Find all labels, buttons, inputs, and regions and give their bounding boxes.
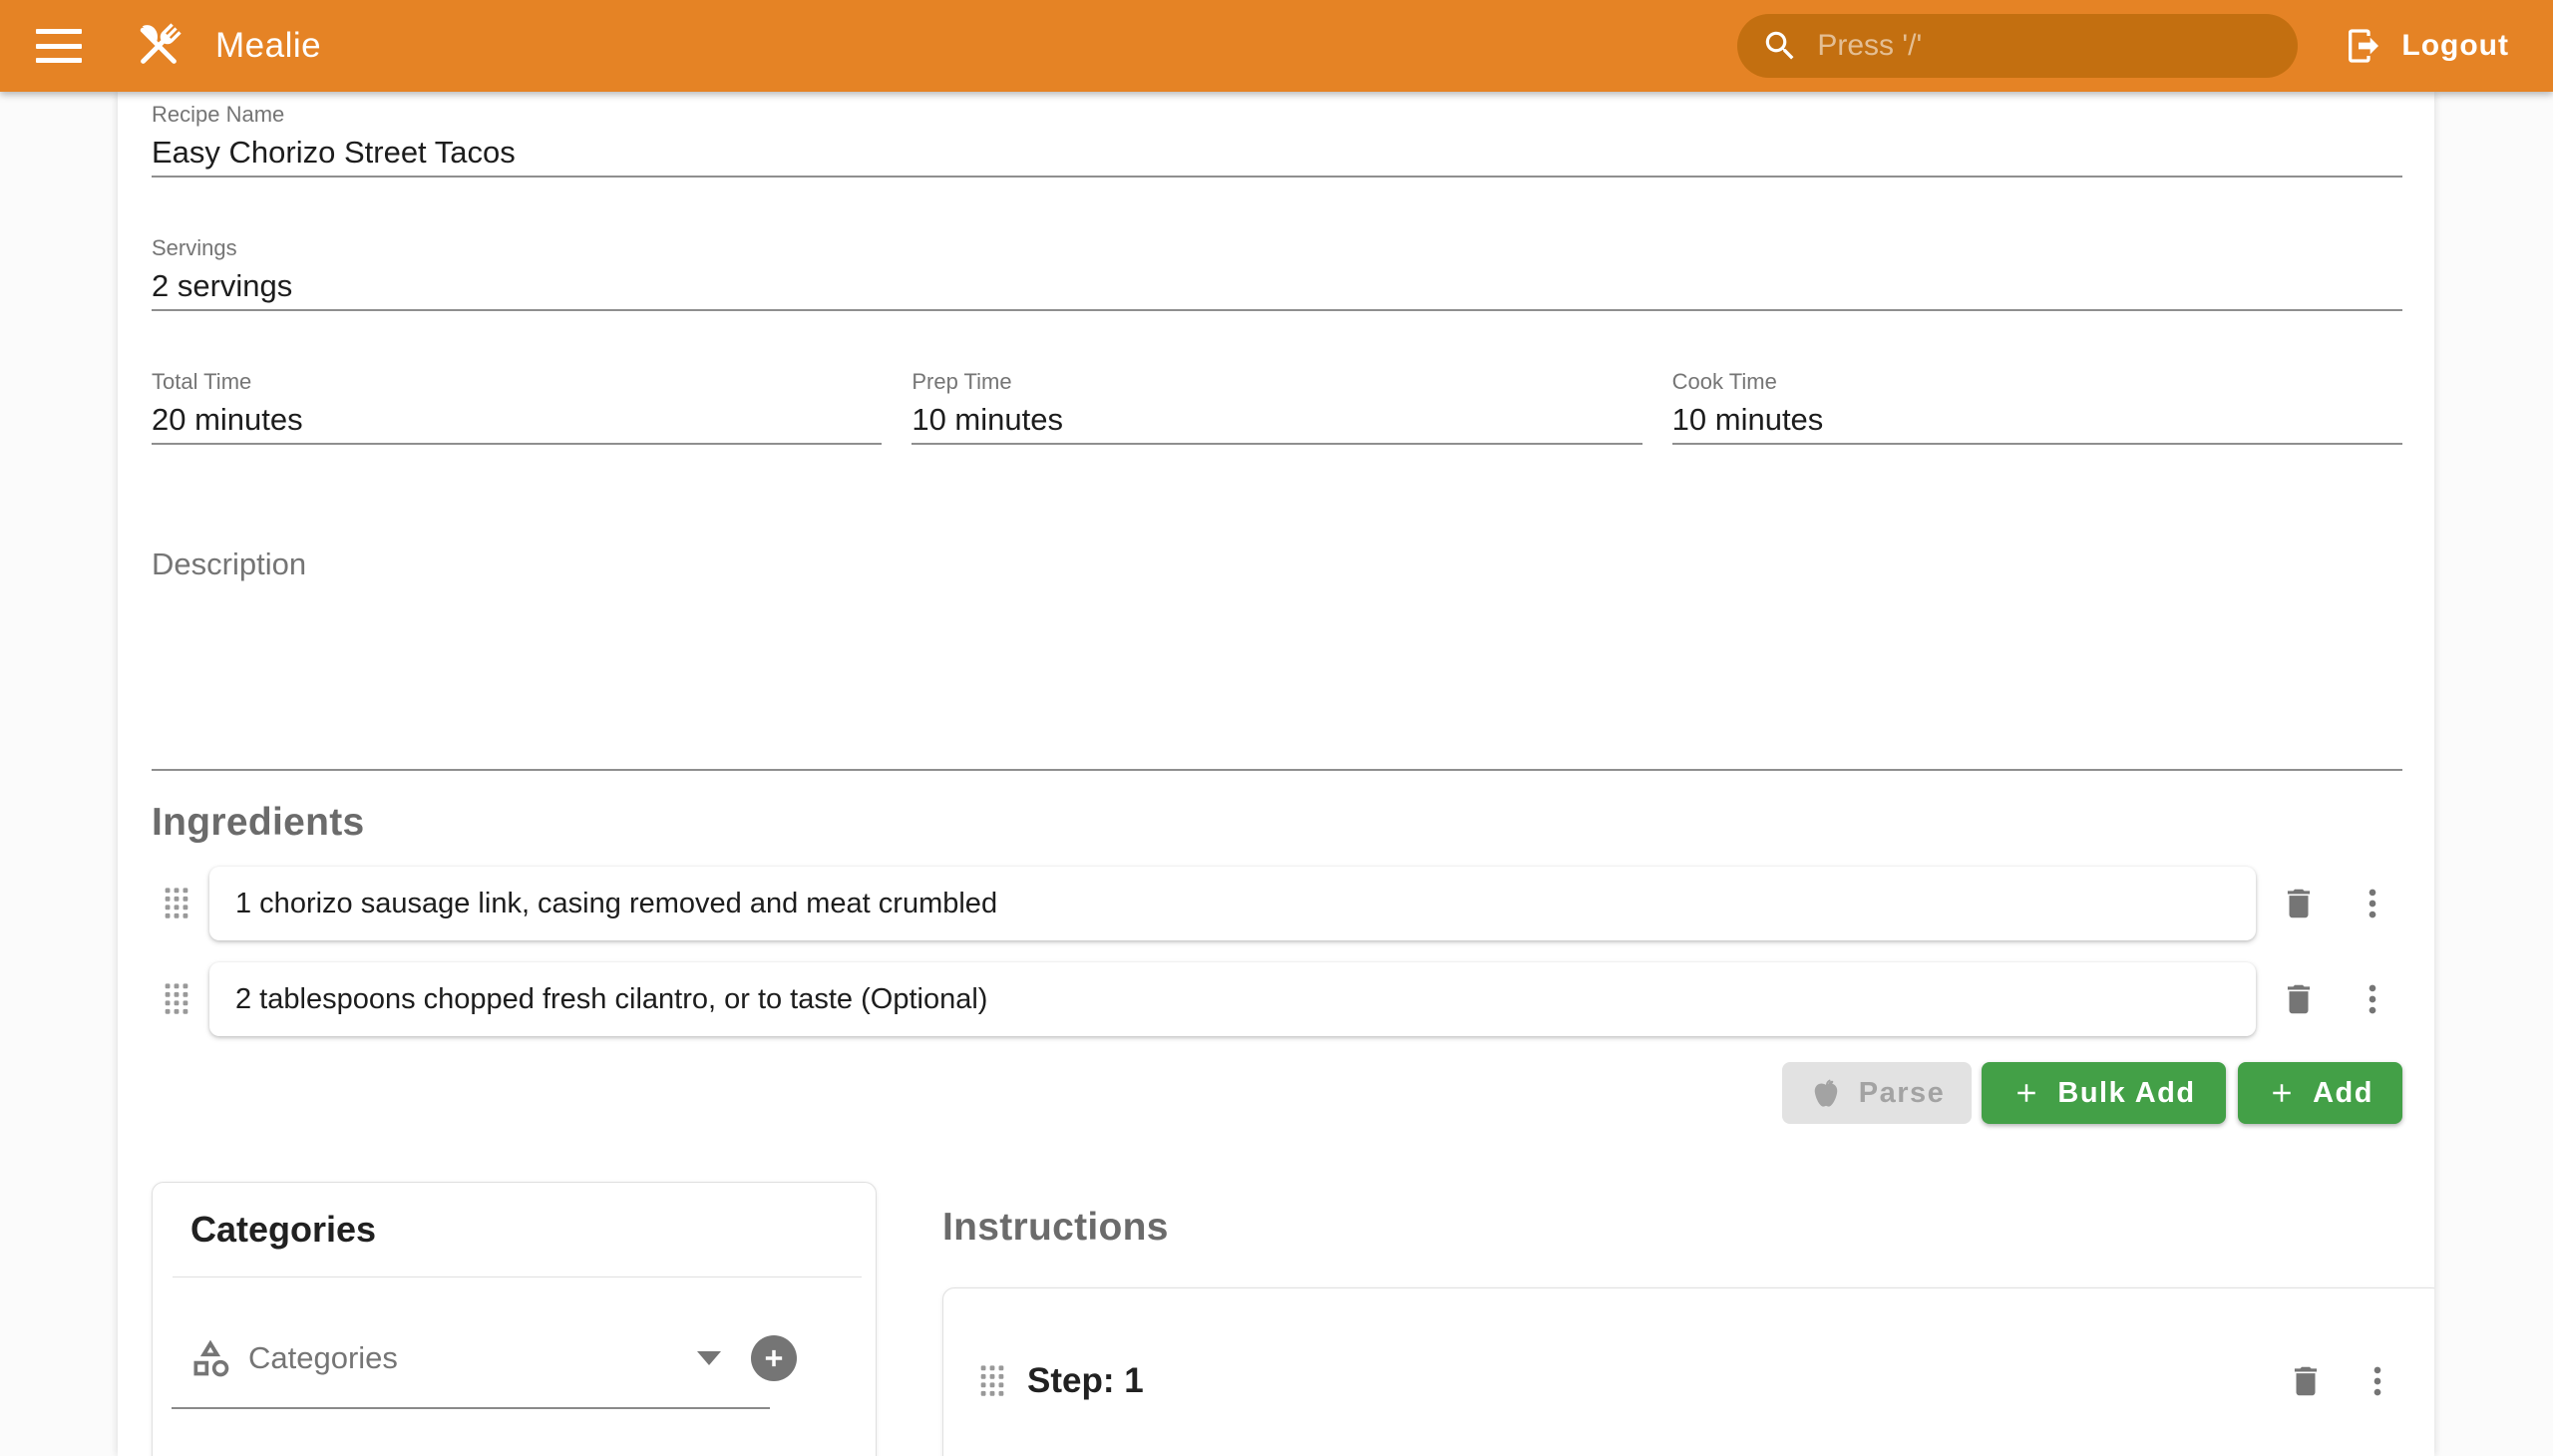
- parse-button[interactable]: Parse: [1782, 1062, 1972, 1124]
- instructions-heading: Instructions: [942, 1206, 2434, 1250]
- kebab-menu-icon: [2354, 885, 2391, 922]
- mealie-logo-icon: [128, 15, 189, 77]
- instruction-step-card: Step: 1 Combine crumbled chorizo and chi…: [942, 1287, 2434, 1456]
- drag-handle-icon[interactable]: [164, 887, 189, 920]
- recipe-editor: Recipe Name Easy Chorizo Street Tacos Se…: [118, 92, 2434, 1456]
- trash-icon: [2280, 885, 2318, 922]
- prep-time-field[interactable]: Prep Time 10 minutes: [912, 367, 1641, 445]
- ingredient-input[interactable]: 1 chorizo sausage link, casing removed a…: [209, 867, 2256, 940]
- servings-label: Servings: [152, 233, 2402, 263]
- ingredient-text: 1 chorizo sausage link, casing removed a…: [235, 888, 997, 920]
- description-label: Description: [152, 535, 2402, 584]
- drag-handle-icon[interactable]: [164, 982, 189, 1016]
- description-field[interactable]: Description: [152, 535, 2402, 771]
- prep-time-value[interactable]: 10 minutes: [912, 399, 1641, 441]
- recipe-name-field[interactable]: Recipe Name Easy Chorizo Street Tacos: [152, 100, 2402, 178]
- categories-title: Categories: [153, 1209, 876, 1251]
- bulk-add-button[interactable]: Bulk Add: [1982, 1062, 2226, 1124]
- plus-icon: [2011, 1078, 2041, 1108]
- chevron-down-icon[interactable]: [697, 1351, 721, 1365]
- servings-value[interactable]: 2 servings: [152, 265, 2402, 307]
- categories-select[interactable]: Categories: [188, 1335, 876, 1381]
- add-category-button[interactable]: [751, 1335, 797, 1381]
- categories-select-label: Categories: [248, 1340, 398, 1376]
- divider: [173, 1276, 862, 1277]
- categories-card: Categories Categories: [152, 1182, 877, 1456]
- search-icon: [1761, 27, 1799, 65]
- plus-icon: [760, 1344, 788, 1372]
- ingredient-row: 1 chorizo sausage link, casing removed a…: [152, 867, 2402, 940]
- delete-step-button[interactable]: [2277, 1352, 2335, 1410]
- add-label: Add: [2313, 1077, 2373, 1110]
- step-menu-button[interactable]: [2349, 1352, 2406, 1410]
- cook-time-label: Cook Time: [1672, 367, 2402, 397]
- plus-icon: [2267, 1078, 2297, 1108]
- trash-icon: [2280, 980, 2318, 1018]
- recipe-name-value[interactable]: Easy Chorizo Street Tacos: [152, 132, 2402, 174]
- drag-handle-icon[interactable]: [979, 1364, 1005, 1398]
- times-row: Total Time 20 minutes Prep Time 10 minut…: [152, 367, 2402, 445]
- prep-time-label: Prep Time: [912, 367, 1641, 397]
- total-time-label: Total Time: [152, 367, 882, 397]
- cook-time-field[interactable]: Cook Time 10 minutes: [1672, 367, 2402, 445]
- category-shapes-icon: [188, 1336, 232, 1380]
- total-time-value[interactable]: 20 minutes: [152, 399, 882, 441]
- app-header: Mealie Logout: [0, 0, 2553, 92]
- menu-icon[interactable]: [36, 29, 82, 63]
- search-bar[interactable]: [1737, 14, 2298, 78]
- ingredient-menu-button[interactable]: [2344, 970, 2401, 1028]
- total-time-field[interactable]: Total Time 20 minutes: [152, 367, 882, 445]
- ingredient-actions: Parse Bulk Add Add: [152, 1062, 2402, 1124]
- app-title: Mealie: [215, 26, 321, 66]
- parse-label: Parse: [1859, 1077, 1946, 1110]
- servings-field[interactable]: Servings 2 servings: [152, 233, 2402, 311]
- add-button[interactable]: Add: [2238, 1062, 2402, 1124]
- cook-time-value[interactable]: 10 minutes: [1672, 399, 2402, 441]
- logout-label: Logout: [2401, 29, 2509, 63]
- kebab-menu-icon: [2359, 1362, 2396, 1400]
- ingredient-text: 2 tablespoons chopped fresh cilantro, or…: [235, 983, 987, 1016]
- recipe-name-label: Recipe Name: [152, 100, 2402, 130]
- delete-ingredient-button[interactable]: [2270, 970, 2328, 1028]
- trash-icon: [2287, 1362, 2325, 1400]
- apple-icon: [1809, 1076, 1843, 1110]
- ingredient-input[interactable]: 2 tablespoons chopped fresh cilantro, or…: [209, 962, 2256, 1036]
- logout-button[interactable]: Logout: [2344, 26, 2509, 66]
- kebab-menu-icon: [2354, 980, 2391, 1018]
- step-title: Step: 1: [1027, 1361, 1144, 1401]
- bottom-section: Categories Categories: [152, 1170, 2402, 1456]
- select-underline: [172, 1407, 770, 1409]
- ingredients-heading: Ingredients: [152, 801, 2402, 845]
- search-input[interactable]: [1817, 29, 2274, 63]
- logout-icon: [2344, 26, 2383, 66]
- ingredient-menu-button[interactable]: [2344, 875, 2401, 932]
- ingredient-row: 2 tablespoons chopped fresh cilantro, or…: [152, 962, 2402, 1036]
- bulk-add-label: Bulk Add: [2057, 1077, 2195, 1110]
- delete-ingredient-button[interactable]: [2270, 875, 2328, 932]
